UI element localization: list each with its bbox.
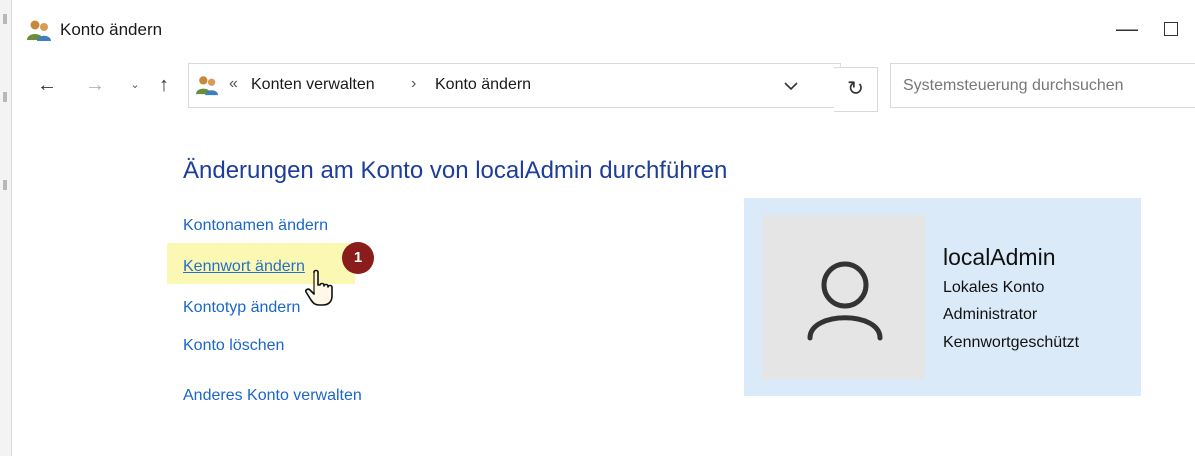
avatar [762,215,925,379]
account-name: localAdmin [943,244,1056,270]
page-title: Änderungen am Konto von localAdmin durch… [183,157,728,184]
breadcrumb-konto-aendern[interactable]: Konto ändern [435,76,531,94]
recent-locations-button[interactable]: ⌄ [120,70,150,100]
breadcrumb-overflow[interactable]: « [229,75,238,93]
manage-other-account-link[interactable]: Anderes Konto verwalten [183,387,362,405]
window-title: Konto ändern [60,20,163,39]
account-detail: Administrator [943,306,1038,323]
maximize-button[interactable] [1164,22,1178,36]
hand-pointer-icon [305,269,333,306]
forward-button[interactable]: → [80,70,110,100]
minimize-button[interactable]: — [1107,14,1147,44]
user-silhouette-icon [807,261,883,341]
breadcrumb-konten-verwalten[interactable]: Konten verwalten [251,76,375,94]
change-password-link[interactable]: Kennwort ändern [183,258,305,276]
account-detail: Lokales Konto [943,279,1045,296]
account-card: localAdmin Lokales Konto Administrator K… [744,198,1141,396]
refresh-button[interactable]: ↻ [834,67,878,112]
step-badge: 1 [342,242,374,274]
navigation-bar: ← → ⌄ ↑ « Konten verwalten › Konto änder… [12,60,1195,112]
change-account-name-link[interactable]: Kontonamen ändern [183,217,328,235]
chevron-down-icon[interactable] [781,77,801,95]
back-button[interactable]: ← [32,70,62,100]
up-button[interactable]: ↑ [149,70,179,100]
edge-mark [3,14,7,24]
account-detail: Kennwortgeschützt [943,334,1080,351]
title-bar: Konto ändern — [12,0,1195,60]
change-account-type-link[interactable]: Kontotyp ändern [183,299,300,317]
address-bar[interactable]: « Konten verwalten › Konto ändern ↻ [188,63,878,112]
delete-account-link[interactable]: Konto löschen [183,337,284,355]
users-icon [196,76,218,96]
search-input[interactable] [891,64,1195,107]
users-icon [27,20,51,41]
breadcrumb-separator[interactable]: › [411,75,416,93]
edge-mark [3,92,7,102]
edge-mark [3,180,7,190]
search-box[interactable] [890,63,1195,108]
adjacent-window-edge [0,0,12,456]
